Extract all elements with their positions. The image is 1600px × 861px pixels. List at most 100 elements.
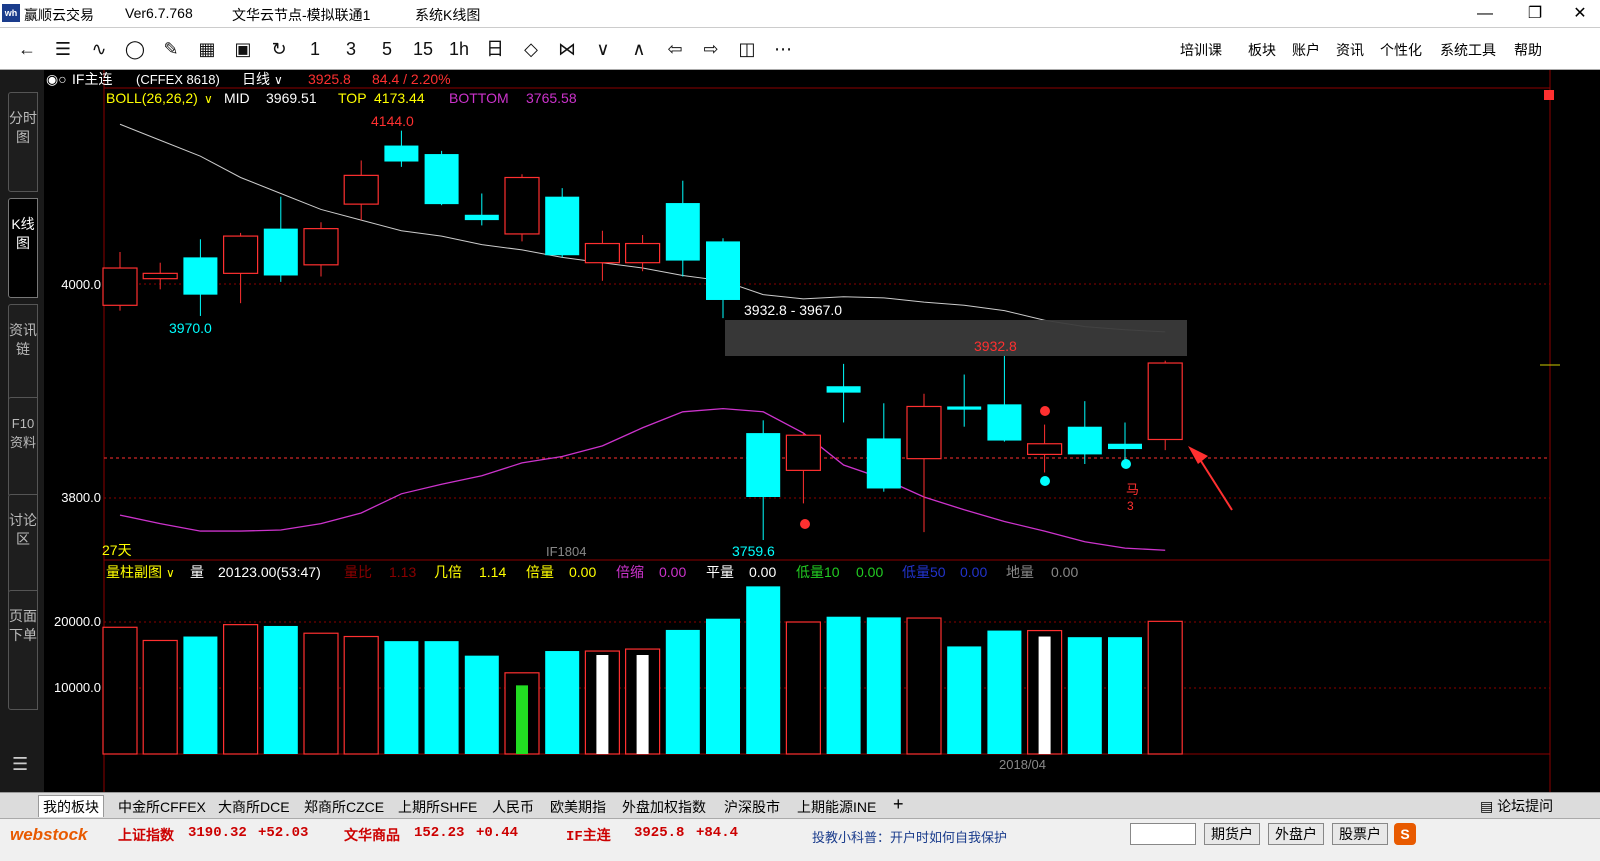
table-icon[interactable]: ▦ — [194, 37, 220, 61]
tab-rmb[interactable]: 人民币 — [492, 797, 534, 817]
ticker-change: +84.4 — [696, 825, 739, 841]
tab-eu-us-index[interactable]: 欧美期指 — [550, 797, 606, 817]
line-chart-icon[interactable]: ∿ — [86, 37, 112, 61]
news-ticker[interactable]: 投教小科普：开户时如何自我保护 — [812, 827, 1007, 846]
tab-ine[interactable]: 上期能源INE — [797, 797, 876, 817]
period-15-button[interactable]: 15 — [410, 37, 436, 61]
more-icon[interactable]: ⋯ — [770, 37, 796, 61]
beisuo-value: 0.00 — [659, 564, 686, 580]
tab-timeshare[interactable]: 分时图 — [8, 92, 38, 192]
ime-icon[interactable]: S — [1394, 823, 1416, 845]
chevron-up-icon[interactable]: ∧ — [626, 37, 652, 61]
chevron-down-icon[interactable]: ∨ — [590, 37, 616, 61]
kline-chart-area[interactable]: ◉○ IF主连 (CFFEX 8618) 日线 ∨ 3925.8 84.4 / … — [44, 70, 1600, 792]
save-icon[interactable]: ▣ — [230, 37, 256, 61]
volume-bar — [545, 651, 580, 754]
layout-icon[interactable]: ◫ — [734, 37, 760, 61]
period-day-button[interactable]: 日 — [482, 37, 508, 61]
candle-body — [464, 214, 499, 221]
add-tab-icon[interactable]: + — [893, 794, 904, 815]
period-3-button[interactable]: 3 — [338, 37, 364, 61]
signal-dot-red — [1040, 406, 1050, 416]
futures-account-button[interactable]: 期货户 — [1204, 823, 1260, 845]
volume-bar — [1147, 620, 1183, 755]
tab-news-chain[interactable]: 资讯链 — [8, 304, 38, 404]
tab-cffex[interactable]: 中金所CFFEX — [118, 797, 206, 817]
period-chevron-icon[interactable]: ∨ — [274, 73, 283, 87]
kline-svg[interactable]: ◉○ IF主连 (CFFEX 8618) 日线 ∨ 3925.8 84.4 / … — [44, 70, 1600, 792]
ticker-name[interactable]: IF主连 — [566, 825, 611, 845]
ticker-price: 3925.8 — [634, 825, 685, 841]
volume-bar — [706, 618, 740, 754]
volume-bar — [303, 632, 339, 755]
next-icon[interactable]: ⇨ — [698, 37, 724, 61]
days-label: 27天 — [102, 542, 132, 558]
prev-icon[interactable]: ⇦ — [662, 37, 688, 61]
gap-zone — [725, 320, 1187, 356]
candle-icon[interactable]: ◯ — [122, 37, 148, 61]
tab-discussion[interactable]: 讨论区 — [8, 494, 38, 594]
period-5-button[interactable]: 5 — [374, 37, 400, 61]
boll-chevron-icon[interactable]: ∨ — [204, 92, 213, 106]
menu-personalize[interactable]: 个性化 — [1380, 40, 1422, 60]
ticker-name[interactable]: 上证指数 — [118, 825, 174, 845]
draw-icon[interactable]: ✎ — [158, 37, 184, 61]
period-select[interactable]: 日线 — [242, 71, 270, 87]
volume-bar — [746, 586, 781, 754]
pingliang-label: 平量 — [706, 564, 734, 580]
tab-order[interactable]: 页面下单 — [8, 590, 38, 710]
tab-kline[interactable]: K线图 — [8, 198, 38, 298]
list-icon[interactable]: ☰ — [50, 37, 76, 61]
tab-czce[interactable]: 郑商所CZCE — [304, 797, 384, 817]
price-tick-4000: 4000.0 — [61, 277, 101, 292]
diliang50-value: 0.00 — [960, 564, 987, 580]
foreign-account-button[interactable]: 外盘户 — [1268, 823, 1324, 845]
zoom-out-icon[interactable]: ⋈ — [554, 37, 580, 61]
candle-body — [785, 434, 822, 471]
boll-label[interactable]: BOLL(26,26,2) — [106, 90, 198, 106]
search-input[interactable] — [1130, 823, 1196, 845]
menu-help[interactable]: 帮助 — [1514, 40, 1542, 60]
candle-body — [263, 228, 298, 276]
minimize-icon[interactable]: — — [1470, 4, 1500, 24]
tab-weighted-index[interactable]: 外盘加权指数 — [622, 797, 706, 817]
top-value: 4173.44 — [374, 90, 425, 106]
menu-news[interactable]: 资讯 — [1336, 40, 1364, 60]
vol-panel-title[interactable]: 量柱副图 — [106, 564, 162, 580]
tab-shfe[interactable]: 上期所SHFE — [398, 797, 477, 817]
tab-dce[interactable]: 大商所DCE — [218, 797, 290, 817]
menu-icon[interactable]: ☰ — [12, 754, 28, 775]
volume-inner-bar — [1038, 636, 1051, 754]
refresh-icon[interactable]: ↻ — [266, 37, 292, 61]
close-icon[interactable]: ✕ — [1565, 4, 1595, 24]
menu-tools[interactable]: 系统工具 — [1440, 40, 1496, 60]
app-version: Ver6.7.768 — [125, 5, 193, 21]
stock-account-button[interactable]: 股票户 — [1332, 823, 1388, 845]
symbol-name[interactable]: IF主连 — [72, 71, 112, 87]
period-1h-button[interactable]: 1h — [446, 37, 472, 61]
period-1-button[interactable]: 1 — [302, 37, 328, 61]
menu-account[interactable]: 账户 — [1292, 40, 1320, 60]
vol-chevron-icon[interactable]: ∨ — [166, 566, 175, 580]
volume-bar — [102, 626, 138, 755]
price-change: 84.4 / 2.20% — [372, 71, 451, 87]
candle-body — [665, 203, 700, 261]
back-icon[interactable]: ← — [14, 37, 40, 61]
top-label: TOP — [338, 90, 367, 106]
restore-icon[interactable]: ❐ — [1520, 4, 1550, 24]
zoom-in-icon[interactable]: ◇ — [518, 37, 544, 61]
exchange-code: (CFFEX 8618) — [136, 72, 220, 87]
volume-bars[interactable] — [102, 586, 1183, 755]
menu-sector[interactable]: 板块 — [1248, 40, 1276, 60]
toolbar: ← ☰ ∿ ◯ ✎ ▦ ▣ ↻ 1 3 5 15 1h 日 ◇ ⋈ ∨ ∧ ⇦ … — [0, 28, 1600, 70]
forum-button[interactable]: ▤ 论坛提问 — [1480, 796, 1553, 816]
tab-my-sectors[interactable]: 我的板块 — [38, 795, 104, 817]
boll-mid-line — [119, 123, 1166, 333]
tab-f10[interactable]: F10资料 — [8, 397, 38, 497]
ticker-name[interactable]: 文华商品 — [344, 825, 400, 845]
server-node: 文华云节点-模拟联通1 — [232, 7, 371, 23]
tab-hs-stocks[interactable]: 沪深股市 — [724, 797, 780, 817]
menu-training[interactable]: 培训课 — [1180, 40, 1222, 60]
ticker-price: 3190.32 — [188, 825, 247, 841]
candle-body — [424, 154, 459, 205]
